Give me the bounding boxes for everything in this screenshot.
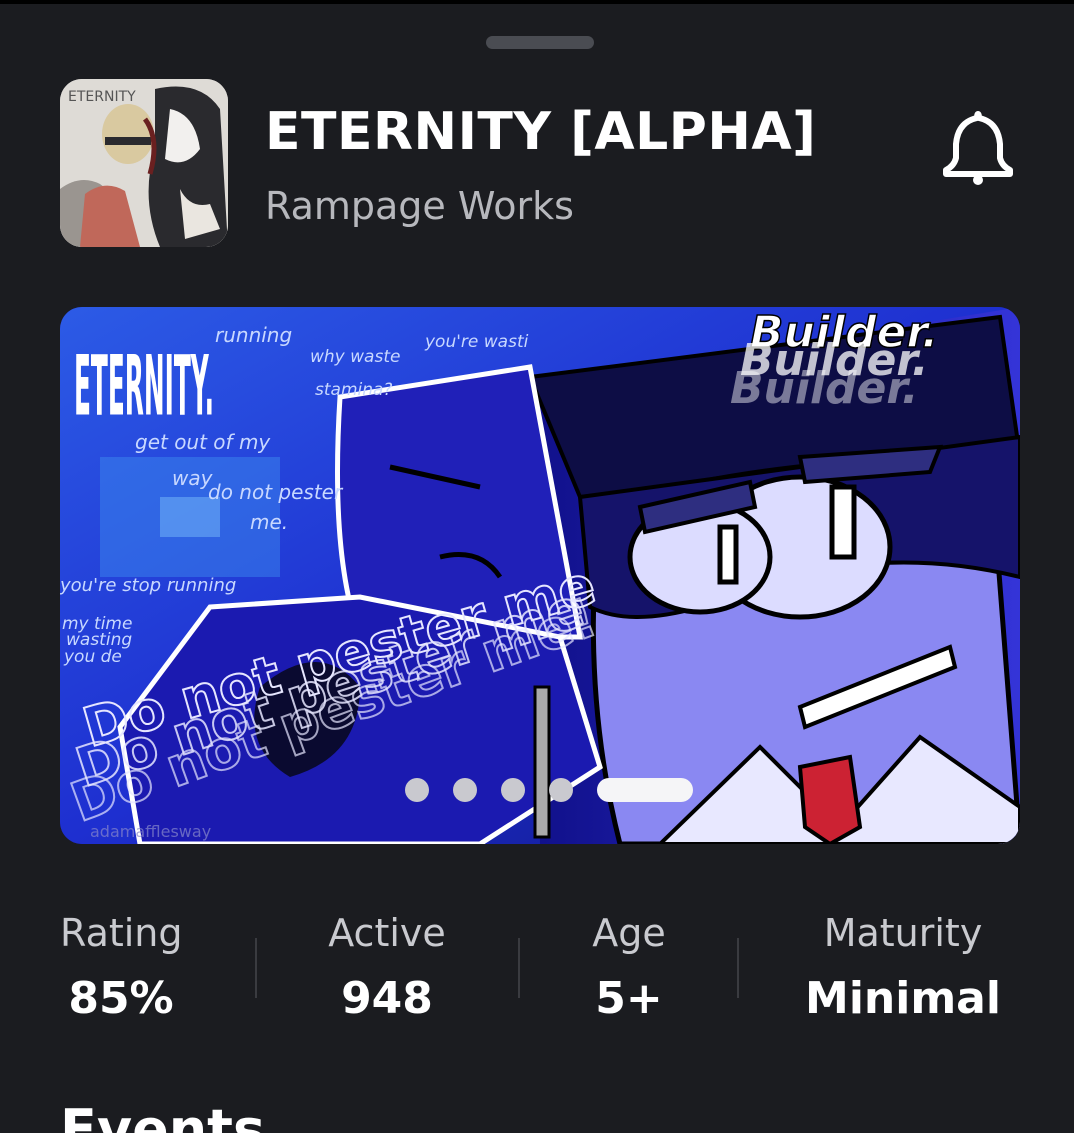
stat-value: Minimal <box>805 973 1001 1024</box>
stat-label: Active <box>328 911 446 955</box>
screenshot-carousel[interactable]: running why waste stamina? you're wasti … <box>60 307 1020 844</box>
game-title: ETERNITY [ALPHA] <box>265 102 817 162</box>
stat-rating: Rating 85% <box>60 904 183 1036</box>
bell-icon <box>943 111 1013 185</box>
carousel-dot-active[interactable] <box>597 778 693 802</box>
stat-divider <box>255 938 257 998</box>
stat-value: 85% <box>68 973 174 1024</box>
creator-name[interactable]: Rampage Works <box>265 184 574 228</box>
stat-maturity: Maturity Minimal <box>800 904 1006 1036</box>
art-builder: Builder. <box>730 363 919 414</box>
art-scribble: do not pester <box>208 480 344 504</box>
game-stats-row: Rating 85% Active 948 Age 5+ Maturity Mi… <box>0 904 1074 1034</box>
stat-value: 5+ <box>595 973 663 1024</box>
art-scribble: why waste <box>310 347 400 367</box>
art-scribble: you're stop running <box>60 575 236 596</box>
notify-bell-button[interactable] <box>940 108 1016 188</box>
carousel-dot[interactable] <box>453 778 477 802</box>
game-details-sheet: ETERNITY ETERNITY [ALPHA] Rampage Works <box>0 4 1074 1133</box>
art-scribble: you de <box>63 647 122 667</box>
stat-value: 948 <box>341 973 433 1024</box>
stat-label: Maturity <box>823 911 983 955</box>
stat-divider <box>518 938 520 998</box>
stat-age: Age 5+ <box>574 904 684 1036</box>
stat-label: Age <box>592 911 666 955</box>
art-scribble: me. <box>250 510 288 534</box>
game-icon-text: ETERNITY <box>68 89 136 105</box>
art-scribble: you're wasti <box>424 332 529 352</box>
art-scribble: running <box>215 323 292 347</box>
carousel-dot[interactable] <box>405 778 429 802</box>
events-section-title: Events <box>60 1098 266 1133</box>
carousel-dot[interactable] <box>501 778 525 802</box>
stat-label: Rating <box>60 911 183 955</box>
carousel-artwork: running why waste stamina? you're wasti … <box>60 307 1020 844</box>
game-icon-art: ETERNITY <box>60 79 228 247</box>
sheet-drag-handle[interactable] <box>486 36 594 49</box>
game-icon: ETERNITY <box>60 79 228 247</box>
carousel-dot[interactable] <box>549 778 573 802</box>
stat-divider <box>737 938 739 998</box>
art-logo: ETERNITY. <box>74 338 214 434</box>
carousel-pagination <box>60 778 1020 802</box>
stat-active: Active 948 <box>312 904 462 1036</box>
art-scribble: stamina? <box>315 380 392 400</box>
art-signature: adamafflesway <box>90 822 211 841</box>
